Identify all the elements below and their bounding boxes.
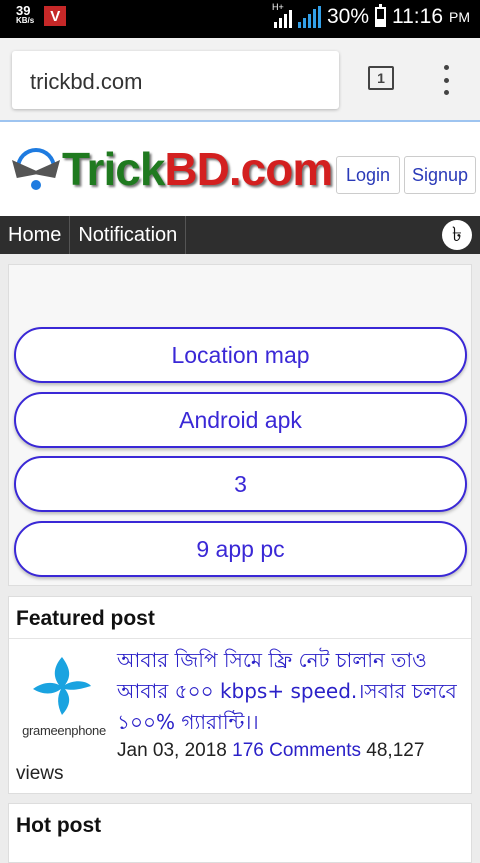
status-bar: 39 KB/s V H+ 30% 11:16 PM: [0, 0, 480, 38]
logo-com: .com: [228, 143, 333, 195]
post-views-label: views: [16, 763, 64, 784]
clock-ampm: PM: [449, 9, 470, 25]
quick-links-panel: Location map Android apk 3 9 app pc: [8, 264, 472, 586]
thumbnail-brand-label: grameenphone: [22, 723, 106, 738]
main-nav: Home Notification ৳: [0, 216, 480, 254]
battery-percent: 30%: [326, 5, 369, 28]
vidmate-app-icon: V: [44, 6, 67, 26]
site-header: TrickBD.com Login Signup: [0, 122, 480, 216]
featured-post-title[interactable]: আবার জিপি সিমে ফ্রি নেট চালান তাও আবার ৫…: [117, 645, 467, 738]
post-views-count: 48,127: [366, 740, 425, 761]
tab-switcher-button[interactable]: 1: [368, 66, 394, 90]
post-thumbnail[interactable]: grameenphone: [17, 649, 111, 743]
net-speed-indicator: 39 KB/s: [16, 3, 35, 26]
logo-wordmark: TrickBD.com: [62, 143, 333, 195]
logo-bd: BD: [164, 143, 229, 195]
logo-trick: Trick: [62, 143, 165, 195]
status-left: 39 KB/s V: [16, 3, 67, 26]
net-speed-unit: KB/s: [16, 16, 35, 25]
featured-post-section: Featured post grameenphone আবার জিপি সিম…: [8, 596, 472, 794]
status-right: H+ 30% 11:16 PM: [272, 2, 470, 29]
battery-icon: [375, 4, 386, 27]
post-meta: Jan 03, 2018 176 Comments 48,127: [117, 740, 424, 762]
currency-taka-icon[interactable]: ৳: [442, 220, 472, 250]
clock-time: 11:16: [392, 5, 443, 28]
grameenphone-logo-icon: [33, 657, 91, 715]
signal-strength-icon: [297, 6, 321, 28]
link-3[interactable]: 3: [14, 456, 467, 512]
address-bar[interactable]: trickbd.com: [12, 51, 339, 109]
browser-toolbar: trickbd.com 1: [0, 38, 480, 122]
link-android-apk[interactable]: Android apk: [14, 392, 467, 448]
network-type-label: H+: [271, 2, 284, 12]
site-logo[interactable]: TrickBD.com: [12, 143, 333, 195]
nav-notification[interactable]: Notification: [70, 216, 187, 254]
post-date: Jan 03, 2018: [117, 740, 227, 761]
nav-home[interactable]: Home: [0, 216, 71, 254]
link-9-app-pc[interactable]: 9 app pc: [14, 521, 467, 577]
login-button[interactable]: Login: [336, 156, 400, 194]
signal-h-plus-icon: H+: [272, 2, 292, 28]
signup-button[interactable]: Signup: [404, 156, 476, 194]
featured-heading: Featured post: [9, 597, 471, 639]
net-speed-value: 39: [16, 3, 31, 18]
browser-menu-icon[interactable]: [438, 65, 454, 95]
link-location-map[interactable]: Location map: [14, 327, 467, 383]
hot-heading: Hot post: [16, 814, 102, 837]
wifi-wings-logo-icon: [12, 146, 60, 192]
post-comments-link[interactable]: 176 Comments: [232, 740, 361, 761]
hot-post-section: Hot post: [8, 803, 472, 863]
